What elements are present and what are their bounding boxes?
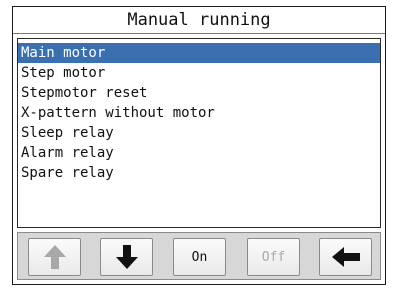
list-item-spare-relay[interactable]: Spare relay	[18, 163, 380, 183]
on-button[interactable]: On	[173, 238, 226, 276]
list-item-x-pattern[interactable]: X-pattern without motor	[18, 103, 380, 123]
page-title: Manual running	[13, 7, 385, 34]
button-bar: On Off	[17, 232, 381, 280]
back-button[interactable]	[319, 238, 372, 276]
list-item-stepmotor-reset[interactable]: Stepmotor reset	[18, 83, 380, 103]
up-button[interactable]	[28, 238, 81, 276]
down-button[interactable]	[100, 238, 153, 276]
manual-running-panel: Manual running Main motor Step motor Ste…	[12, 6, 386, 285]
list-item-sleep-relay[interactable]: Sleep relay	[18, 123, 380, 143]
list-item-main-motor[interactable]: Main motor	[18, 43, 380, 63]
arrow-down-icon	[115, 244, 139, 270]
list-item-alarm-relay[interactable]: Alarm relay	[18, 143, 380, 163]
arrow-up-icon	[43, 244, 67, 270]
list-item-step-motor[interactable]: Step motor	[18, 63, 380, 83]
off-button[interactable]: Off	[247, 238, 300, 276]
arrow-left-icon	[331, 246, 361, 268]
output-list: Main motor Step motor Stepmotor reset X-…	[17, 38, 381, 228]
